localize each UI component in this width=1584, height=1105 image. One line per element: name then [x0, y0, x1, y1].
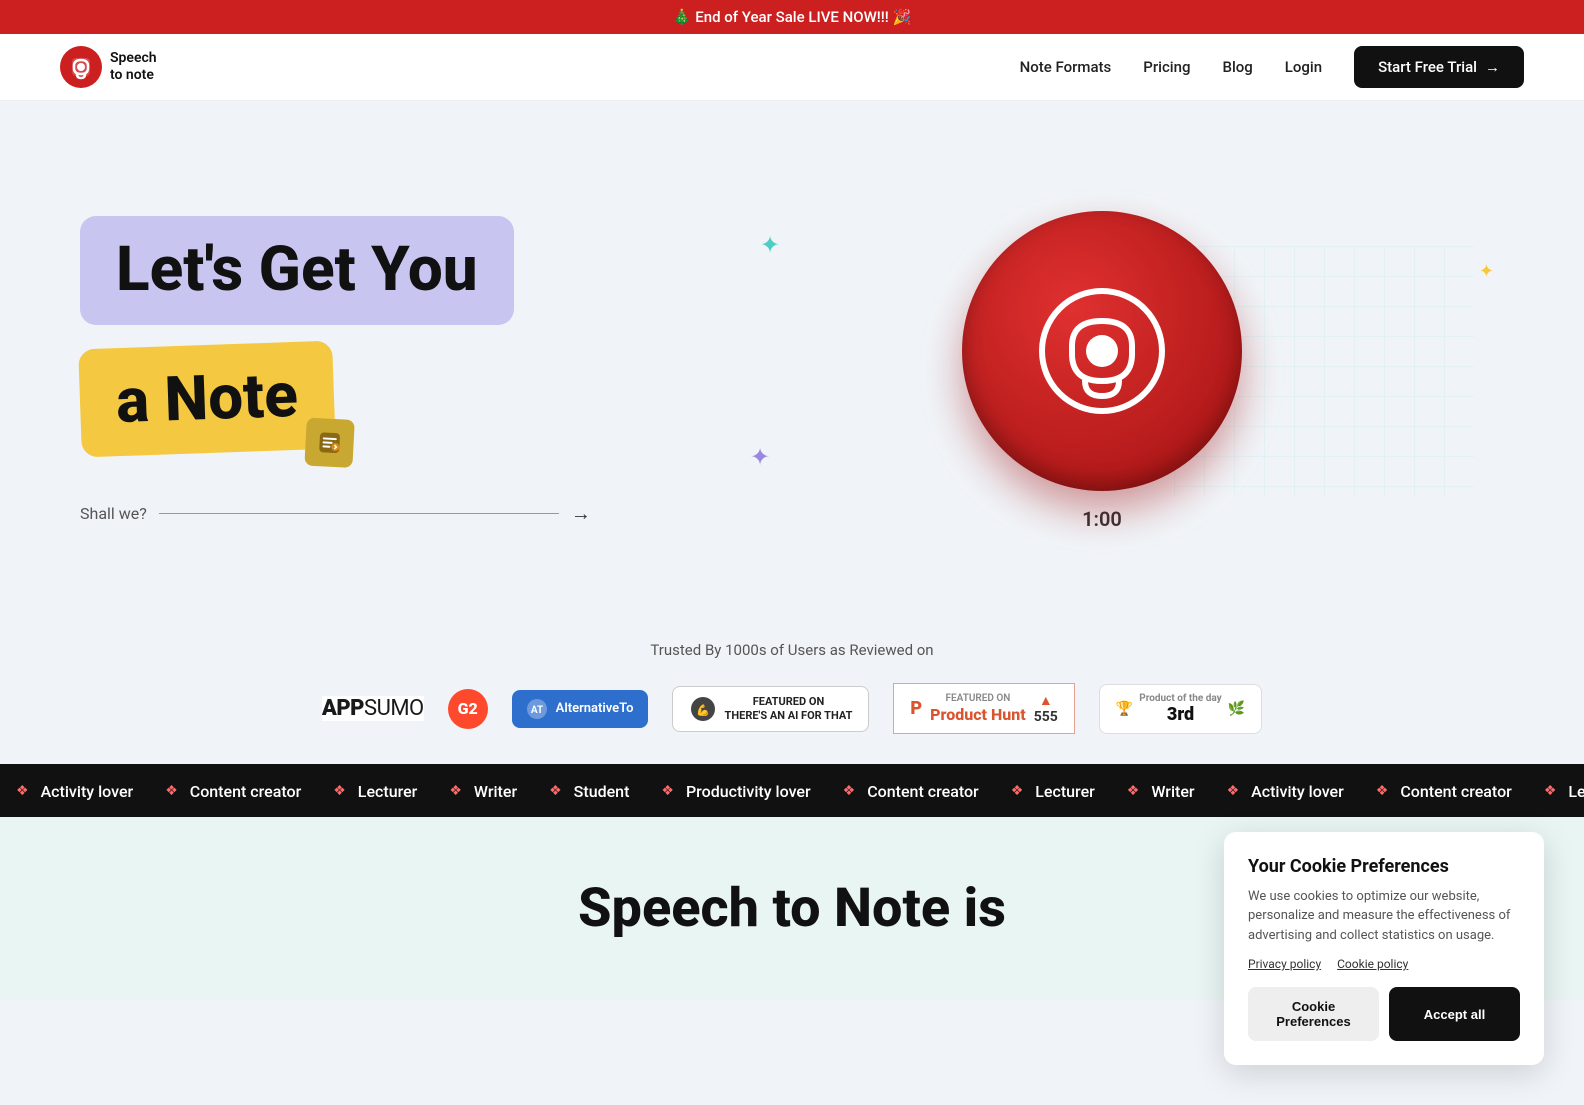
top-banner: 🎄 End of Year Sale LIVE NOW!!! 🎉 [0, 0, 1584, 34]
ticker-item: ❖ Lecturer [995, 782, 1111, 801]
ticker-item: ❖ Writer [1111, 782, 1211, 801]
logo-icon [60, 46, 102, 88]
ticker-item: ❖ Content creator [827, 782, 995, 801]
cookie-links: Privacy policy Cookie policy [1248, 957, 1520, 971]
trusted-section: Trusted By 1000s of Users as Reviewed on… [0, 621, 1584, 764]
navbar: Speech to note Note Formats Pricing Blog… [0, 34, 1584, 101]
ph-icon: P [910, 698, 922, 719]
ai-icon: 💪 [689, 695, 717, 723]
hero-title-line1: Let's Get You [116, 236, 478, 304]
svg-text:💪: 💪 [696, 704, 710, 717]
potd-logo: 🏆 Product of the day 3rd 🌿 [1099, 684, 1262, 734]
logo-link[interactable]: Speech to note [60, 46, 157, 88]
ticker-bar: ❖ Activity lover ❖ Content creator ❖ Lec… [0, 764, 1584, 817]
nav-login[interactable]: Login [1285, 58, 1322, 76]
trusted-text: Trusted By 1000s of Users as Reviewed on [40, 641, 1544, 659]
hero-title-line2: a Note [115, 361, 299, 435]
hero-title-box2: a Note [78, 340, 336, 457]
hero-timer: 1:00 [1082, 507, 1122, 531]
hero-sub-text: Shall we? [80, 504, 147, 523]
ticker-item: ❖ Content creator [149, 782, 317, 801]
g2-logo: G2 [448, 689, 488, 729]
sparkle-gold-icon: ✦ [1479, 261, 1494, 282]
sparkle-purple-icon: ✦ [750, 443, 770, 471]
hero-left: Let's Get You a Note Shall we? → [80, 216, 700, 525]
cookie-preferences-button[interactable]: Cookie Preferences [1248, 987, 1379, 1041]
trusted-logos: APPSUMO G2 AT AlternativeTo 💪 FEATURED O… [40, 683, 1544, 734]
alternativeto-icon: AT [526, 698, 548, 720]
cookie-accept-button[interactable]: Accept all [1389, 987, 1520, 1041]
appsumo-text: APPSUMO [322, 696, 424, 721]
hero-sub-line [159, 513, 559, 514]
svg-text:AT: AT [531, 705, 543, 716]
nav-links: Note Formats Pricing Blog Login Start Fr… [1020, 46, 1524, 88]
nav-blog[interactable]: Blog [1222, 58, 1252, 76]
cookie-policy-link[interactable]: Cookie policy [1337, 957, 1408, 971]
start-free-trial-button[interactable]: Start Free Trial → [1354, 46, 1524, 88]
ticker-item: ❖ Productivity lover [645, 782, 826, 801]
ticker-item: ❖ Lecturer [1528, 782, 1584, 801]
nav-note-formats[interactable]: Note Formats [1020, 58, 1112, 76]
cookie-description: We use cookies to optimize our website, … [1248, 887, 1520, 946]
hero-arrow-icon: → [571, 501, 591, 526]
logo-text: Speech to note [110, 50, 157, 84]
hero-sub: Shall we? → [80, 501, 700, 526]
appsumo-logo: APPSUMO [322, 696, 424, 721]
producthunt-logo: P FEATURED ON Product Hunt ▲ 555 [893, 683, 1074, 734]
arrow-icon: → [1485, 58, 1500, 76]
ticker-item: ❖ Activity lover [1211, 782, 1360, 801]
sparkle-teal-icon: ✦ [760, 231, 780, 259]
cookie-popup: Your Cookie Preferences We use cookies t… [1224, 832, 1544, 1066]
hero-circle[interactable] [962, 211, 1242, 491]
banner-text: 🎄 End of Year Sale LIVE NOW!!! 🎉 [673, 8, 911, 26]
note-icon [304, 417, 354, 467]
hero-section: Let's Get You a Note Shall we? → ✦ ✦ ✦ [0, 101, 1584, 621]
hero-right: ✦ ✦ ✦ 1:00 [700, 211, 1504, 531]
ticker-item: ❖ Student [533, 782, 645, 801]
hero-logo-large [1027, 276, 1177, 426]
privacy-policy-link[interactable]: Privacy policy [1248, 957, 1321, 971]
ticker-inner: ❖ Activity lover ❖ Content creator ❖ Lec… [0, 782, 1584, 801]
theresanai-logo: 💪 FEATURED ON THERE'S AN AI FOR THAT [672, 686, 870, 732]
ticker-item: ❖ Activity lover [0, 782, 149, 801]
cookie-buttons: Cookie Preferences Accept all [1248, 987, 1520, 1041]
alternativeto-logo: AT AlternativeTo [512, 690, 648, 728]
hero-title-box1: Let's Get You [80, 216, 514, 324]
ticker-item: ❖ Content creator [1360, 782, 1528, 801]
nav-pricing[interactable]: Pricing [1143, 58, 1190, 76]
ticker-item: ❖ Lecturer [317, 782, 433, 801]
ticker-item: ❖ Writer [433, 782, 533, 801]
cookie-title: Your Cookie Preferences [1248, 856, 1520, 877]
